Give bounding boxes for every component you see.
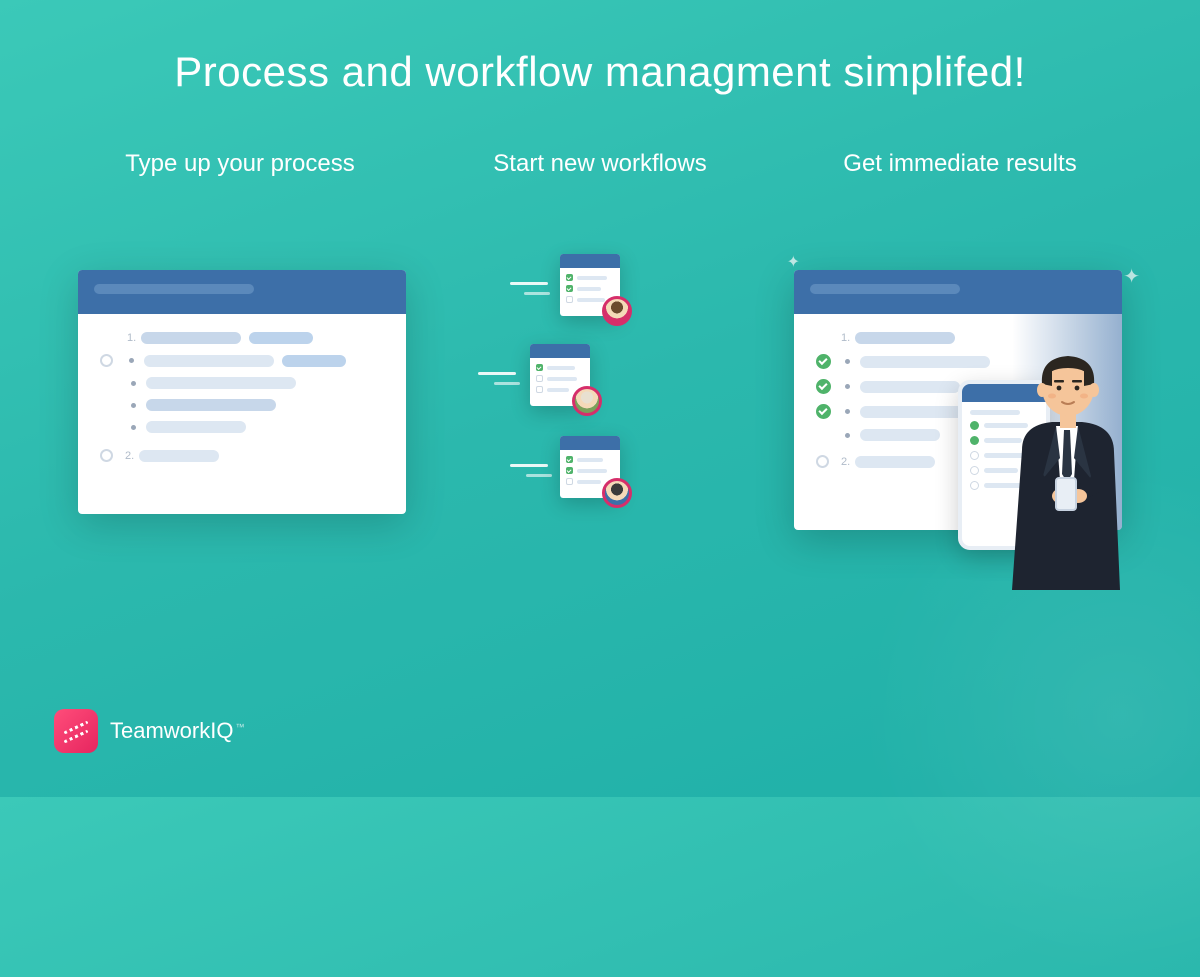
avatar-icon	[572, 386, 602, 416]
logo-text: TeamworkIQ™	[110, 718, 244, 744]
avatar-icon	[602, 478, 632, 508]
check-done-icon	[816, 354, 831, 369]
list-number: 2.	[841, 456, 855, 468]
radio-icon	[100, 449, 113, 462]
brand-name-part1: Teamwork	[110, 718, 210, 743]
illustration-stage: 1. 2.	[0, 260, 1200, 660]
radio-icon	[100, 354, 113, 367]
motion-line	[478, 372, 516, 375]
check-icon	[566, 456, 573, 463]
check-icon	[566, 285, 573, 292]
card-header	[794, 270, 1122, 314]
column-title: Get immediate results	[780, 150, 1140, 178]
motion-line	[524, 292, 550, 295]
column-start-workflows: Start new workflows	[420, 150, 780, 178]
logo-icon	[54, 709, 98, 753]
motion-line	[526, 474, 552, 477]
card-body: 1. 2.	[78, 314, 406, 494]
process-card: 1. 2.	[78, 270, 406, 514]
check-icon	[536, 364, 543, 371]
brand-footer: TeamworkIQ™	[54, 709, 244, 753]
workflow-card	[530, 344, 590, 406]
radio-icon	[816, 455, 829, 468]
column-get-results: Get immediate results	[780, 150, 1140, 178]
workflow-card	[560, 254, 620, 316]
motion-line	[494, 382, 520, 385]
check-icon	[566, 274, 573, 281]
headline: Process and workflow managment simplifed…	[0, 48, 1200, 96]
card-header	[78, 270, 406, 314]
motion-line	[510, 282, 548, 285]
check-done-icon	[816, 379, 831, 394]
check-icon	[970, 421, 979, 430]
list-number: 2.	[125, 450, 139, 462]
check-done-icon	[816, 404, 831, 419]
brand-name-part2: IQ	[210, 718, 233, 743]
column-title: Type up your process	[60, 150, 420, 178]
check-icon	[566, 467, 573, 474]
check-icon	[970, 436, 979, 445]
trademark: ™	[235, 722, 244, 732]
businessman-illustration	[982, 330, 1142, 590]
column-title: Start new workflows	[420, 150, 780, 178]
sparkle-icon: ✦	[787, 252, 800, 272]
feature-columns: Type up your process Start new workflows…	[0, 150, 1200, 178]
motion-line	[510, 464, 548, 467]
sparkle-icon: ✦	[1123, 264, 1140, 289]
column-type-process: Type up your process	[60, 150, 420, 178]
avatar-icon	[602, 296, 632, 326]
list-number: 1.	[841, 332, 855, 344]
workflow-card	[560, 436, 620, 498]
list-number: 1.	[127, 332, 141, 344]
